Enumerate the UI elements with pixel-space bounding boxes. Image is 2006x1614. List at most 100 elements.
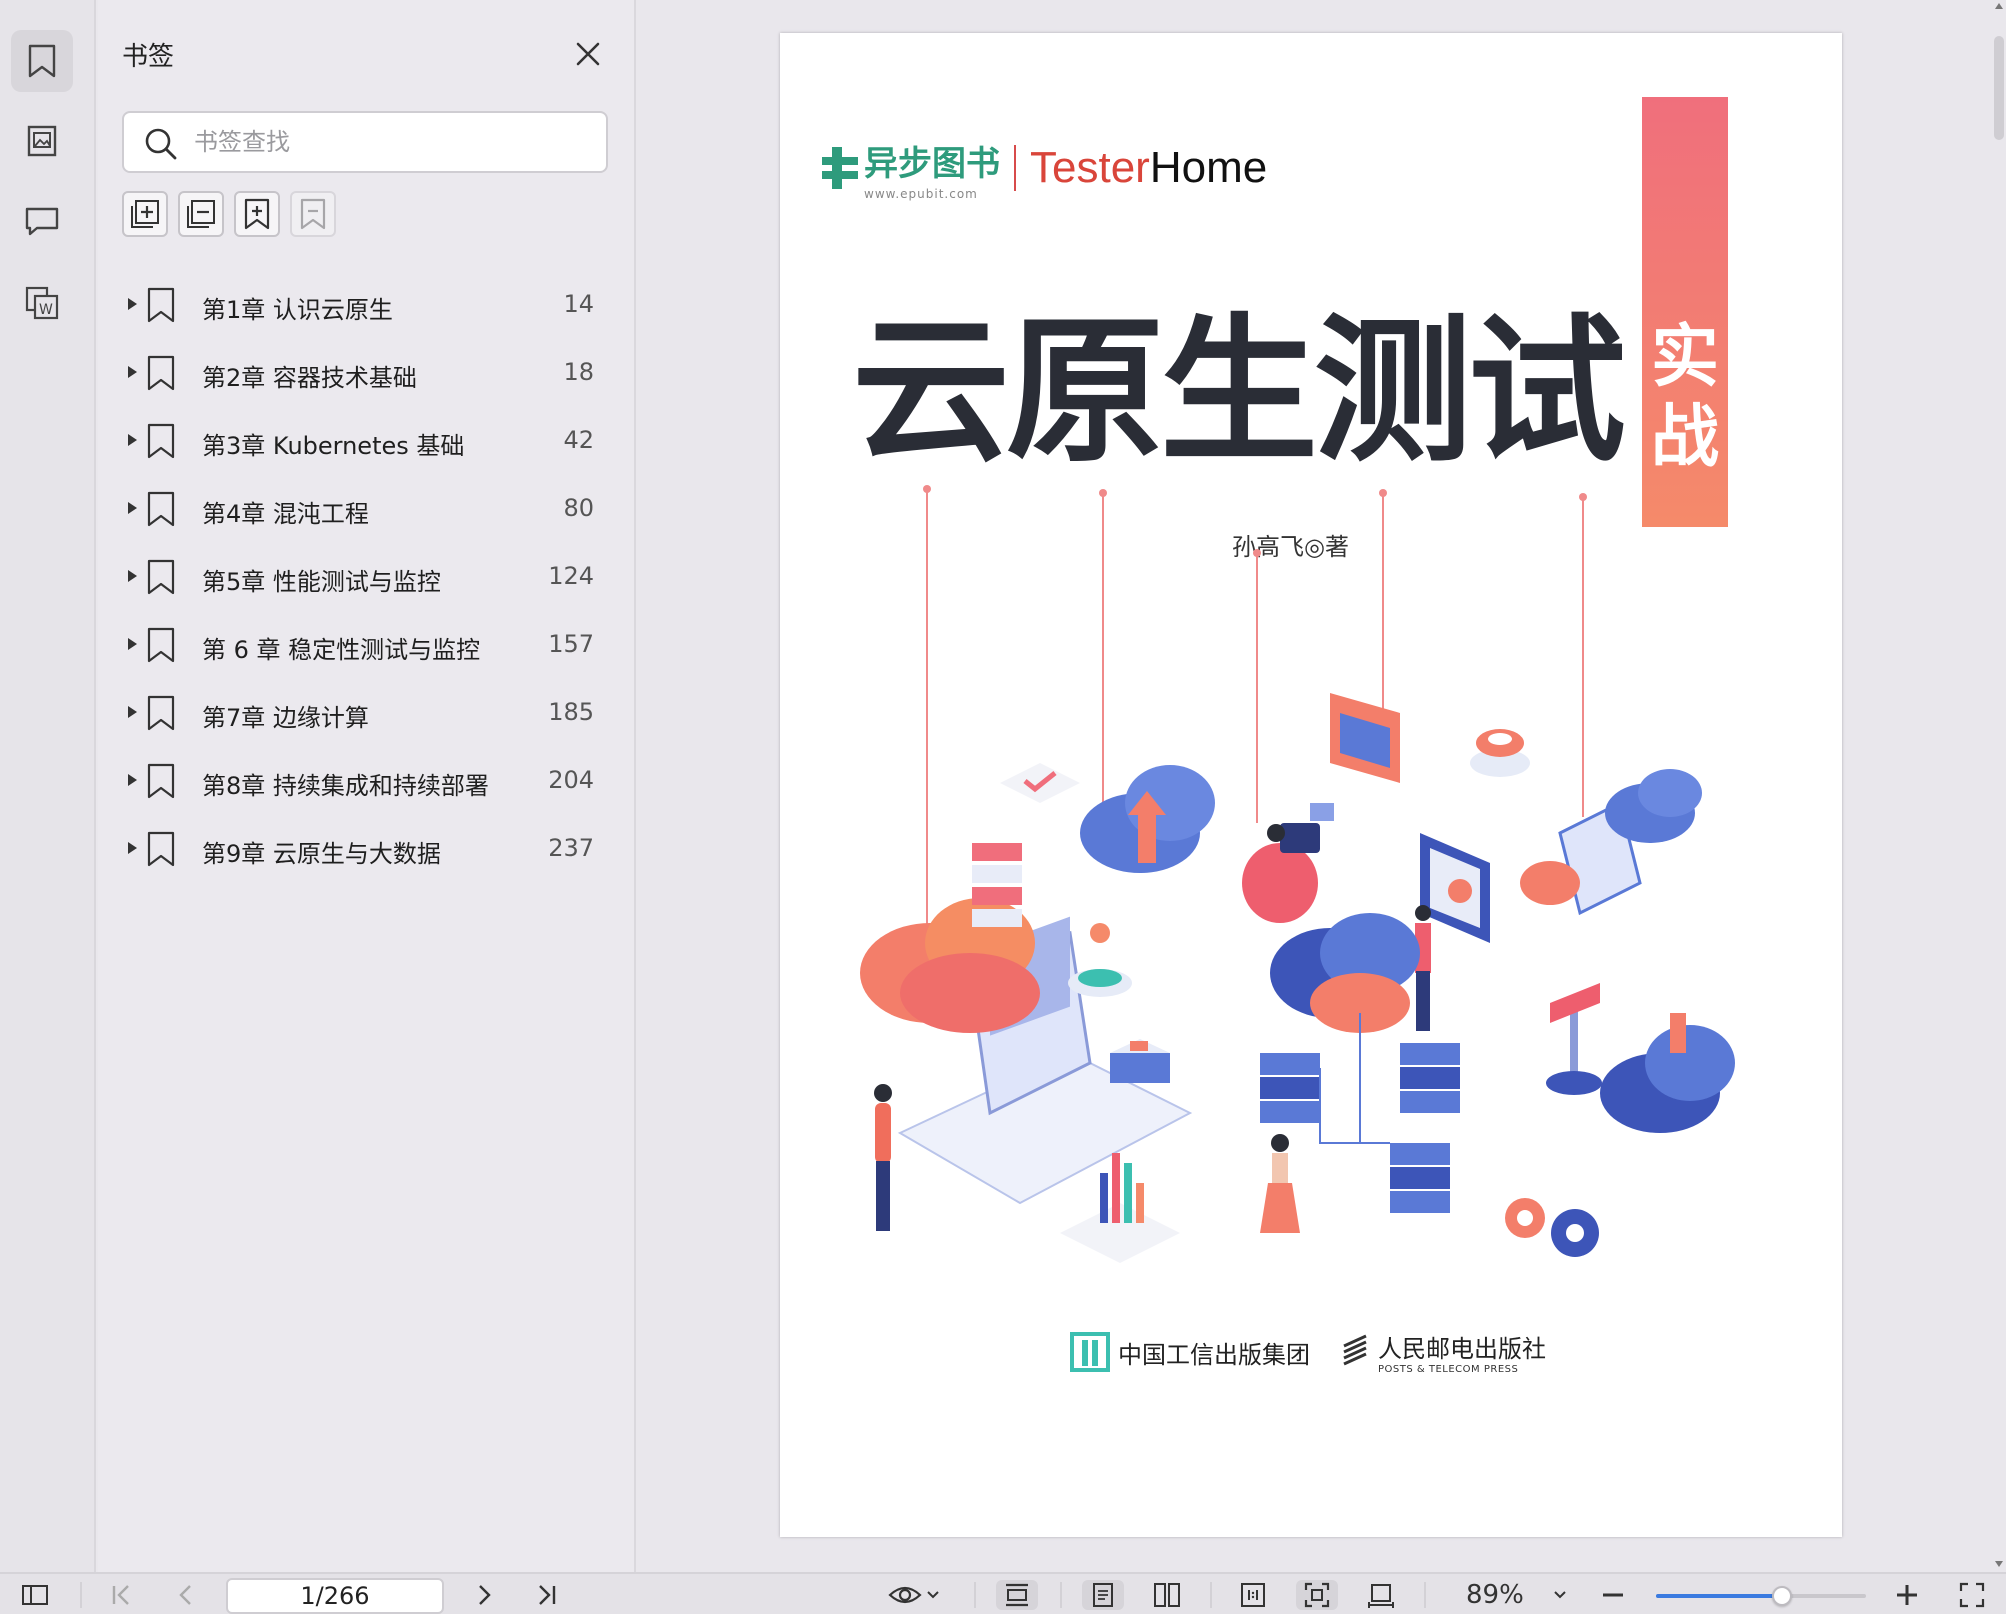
remove-bookmark-icon — [300, 198, 326, 230]
cover-logos: 异步图书 www.epubit.com TesterHome — [820, 136, 1267, 201]
expand-arrow-icon[interactable] — [128, 638, 137, 650]
picture-frame-illustration — [1330, 693, 1400, 783]
remove-bookmark-button[interactable] — [290, 191, 336, 237]
bookmark-item[interactable]: 第1章 认识云原生 14 — [98, 274, 636, 342]
bookmark-item[interactable]: 第8章 持续集成和持续部署 204 — [98, 750, 636, 818]
comment-icon — [25, 207, 59, 236]
fullscreen-button[interactable] — [1956, 1580, 1988, 1610]
collapse-all-icon — [187, 200, 215, 228]
reading-mode-dropdown[interactable] — [884, 1580, 944, 1610]
bookmark-label: 第8章 持续集成和持续部署 — [202, 772, 489, 800]
sidebar-rail: W — [0, 0, 96, 1572]
scroll-up-icon[interactable] — [1994, 2, 2004, 10]
epubit-logo-icon — [822, 147, 858, 189]
bookmark-item[interactable]: 第9章 云原生与大数据 237 — [98, 818, 636, 886]
attachment-word-icon: W — [25, 286, 59, 320]
two-page-button[interactable] — [1146, 1580, 1188, 1610]
zoom-in-button[interactable] — [1892, 1580, 1922, 1610]
expand-all-button[interactable] — [122, 191, 168, 237]
thumbnail-panel-button[interactable] — [11, 110, 73, 172]
last-page-icon — [539, 1585, 556, 1605]
bookmark-item[interactable]: 第2章 容器技术基础 18 — [98, 342, 636, 410]
chevron-left-icon — [179, 1585, 191, 1605]
bookmark-icon — [147, 831, 175, 867]
expand-all-icon — [131, 200, 159, 228]
zoom-slider-handle[interactable] — [1772, 1586, 1792, 1606]
signpost-illustration — [1546, 983, 1602, 1095]
fit-page-button[interactable] — [1296, 1580, 1338, 1610]
expand-arrow-icon[interactable] — [128, 502, 137, 514]
fit-width-icon — [1368, 1584, 1394, 1608]
logo-separator — [1014, 145, 1016, 191]
scroll-down-icon[interactable] — [1994, 1560, 2004, 1568]
epubit-logo: 异步图书 www.epubit.com — [864, 136, 1000, 201]
bookmark-item[interactable]: 第 6 章 稳定性测试与监控 157 — [98, 614, 636, 682]
cover-title-char: 测 — [1314, 300, 1472, 484]
separator — [974, 1582, 976, 1608]
continuous-scroll-icon — [1006, 1583, 1028, 1607]
search-icon — [145, 128, 177, 160]
bookmark-item[interactable]: 第7章 边缘计算 185 — [98, 682, 636, 750]
decor-dot — [1379, 489, 1387, 497]
toggle-sidebar-button[interactable] — [18, 1580, 52, 1610]
bookmark-icon — [147, 559, 175, 595]
comment-panel-button[interactable] — [11, 190, 73, 252]
document-viewport[interactable]: 异步图书 www.epubit.com TesterHome 实战 云原生测试 … — [638, 0, 2006, 1572]
gear-illustration — [1470, 729, 1530, 777]
expand-arrow-icon[interactable] — [128, 434, 137, 446]
first-page-button[interactable] — [106, 1580, 136, 1610]
single-page-button[interactable] — [1082, 1580, 1124, 1610]
bookmark-page-number: 204 — [548, 766, 594, 794]
bookmark-icon — [147, 491, 175, 527]
expand-arrow-icon[interactable] — [128, 842, 137, 854]
fit-width-button[interactable] — [1360, 1580, 1402, 1610]
miit-logo-icon — [1070, 1332, 1110, 1372]
next-page-button[interactable] — [470, 1580, 500, 1610]
attachment-panel-button[interactable]: W — [11, 272, 73, 334]
continuous-scroll-button[interactable] — [996, 1580, 1038, 1610]
decor-dot — [1253, 549, 1261, 557]
bookmark-search-box — [122, 111, 608, 173]
decor-dot — [1579, 493, 1587, 501]
bookmark-icon — [147, 695, 175, 731]
actual-size-button[interactable] — [1232, 1580, 1274, 1610]
add-bookmark-button[interactable] — [234, 191, 280, 237]
zoom-out-button[interactable] — [1598, 1580, 1628, 1610]
bookmark-item[interactable]: 第4章 混沌工程 80 — [98, 478, 636, 546]
bookmark-label: 第1章 认识云原生 — [202, 296, 393, 324]
expand-arrow-icon[interactable] — [128, 298, 137, 310]
zoom-slider[interactable] — [1656, 1586, 1866, 1606]
bookmark-item[interactable]: 第5章 性能测试与监控 124 — [98, 546, 636, 614]
bookmark-page-number: 42 — [563, 426, 594, 454]
cloud-upload-illustration — [1080, 765, 1215, 873]
bookmark-search-input[interactable] — [194, 121, 594, 163]
collapse-all-button[interactable] — [178, 191, 224, 237]
expand-arrow-icon[interactable] — [128, 774, 137, 786]
zoom-dropdown-button[interactable] — [1548, 1580, 1572, 1610]
last-page-button[interactable] — [532, 1580, 562, 1610]
vertical-scrollbar[interactable] — [1992, 0, 2006, 1572]
publisher-miit-name: 中国工信出版集团 — [1118, 1340, 1310, 1369]
person-illustration — [874, 1084, 892, 1231]
previous-page-button[interactable] — [170, 1580, 200, 1610]
expand-arrow-icon[interactable] — [128, 706, 137, 718]
close-panel-button[interactable] — [568, 34, 608, 74]
cover-publishers: 中国工信出版集团 人民邮电出版社 POSTS & TELECOM PRESS — [1070, 1329, 1546, 1375]
bookmark-item[interactable]: 第3章 Kubernetes 基础 42 — [98, 410, 636, 478]
expand-arrow-icon[interactable] — [128, 366, 137, 378]
decor-dot — [1099, 489, 1107, 497]
close-icon — [576, 42, 600, 66]
teal-bowl-illustration — [1068, 923, 1132, 997]
zoom-level[interactable]: 89% — [1466, 1580, 1524, 1610]
bookmark-label: 第5章 性能测试与监控 — [202, 568, 441, 596]
cloud-download-illustration — [1600, 1013, 1735, 1133]
page-number-input[interactable]: 1/266 — [226, 1578, 444, 1614]
bookmark-icon — [147, 763, 175, 799]
bookmark-icon — [28, 44, 56, 78]
phone-cloud-illustration — [1520, 769, 1702, 916]
scrollbar-thumb[interactable] — [1994, 36, 2004, 140]
expand-arrow-icon[interactable] — [128, 570, 137, 582]
bookmark-panel-button[interactable] — [11, 30, 73, 92]
two-page-icon — [1154, 1583, 1180, 1607]
plus-icon — [1897, 1585, 1917, 1605]
